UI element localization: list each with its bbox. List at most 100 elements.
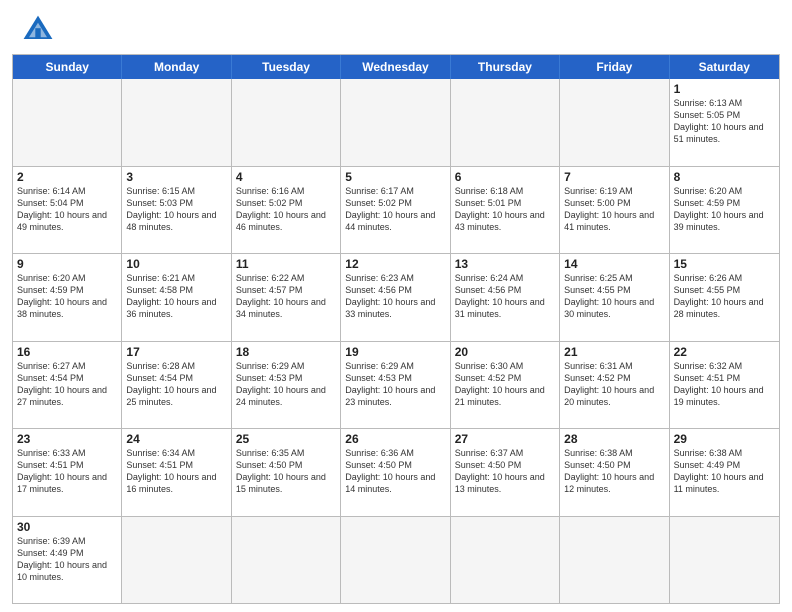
day-info: Sunrise: 6:27 AM Sunset: 4:54 PM Dayligh… [17, 360, 117, 409]
calendar-cell-3-2: 18Sunrise: 6:29 AM Sunset: 4:53 PM Dayli… [232, 342, 341, 429]
calendar-row-1: 2Sunrise: 6:14 AM Sunset: 5:04 PM Daylig… [13, 166, 779, 254]
day-number: 30 [17, 520, 117, 534]
day-number: 26 [345, 432, 445, 446]
day-number: 13 [455, 257, 555, 271]
day-number: 16 [17, 345, 117, 359]
calendar-cell-2-3: 12Sunrise: 6:23 AM Sunset: 4:56 PM Dayli… [341, 254, 450, 341]
day-info: Sunrise: 6:30 AM Sunset: 4:52 PM Dayligh… [455, 360, 555, 409]
day-info: Sunrise: 6:20 AM Sunset: 4:59 PM Dayligh… [674, 185, 775, 234]
weekday-header-wednesday: Wednesday [341, 55, 450, 79]
day-number: 18 [236, 345, 336, 359]
calendar-cell-1-0: 2Sunrise: 6:14 AM Sunset: 5:04 PM Daylig… [13, 167, 122, 254]
calendar-cell-5-0: 30Sunrise: 6:39 AM Sunset: 4:49 PM Dayli… [13, 517, 122, 604]
calendar-cell-1-3: 5Sunrise: 6:17 AM Sunset: 5:02 PM Daylig… [341, 167, 450, 254]
calendar-cell-2-0: 9Sunrise: 6:20 AM Sunset: 4:59 PM Daylig… [13, 254, 122, 341]
calendar-cell-1-1: 3Sunrise: 6:15 AM Sunset: 5:03 PM Daylig… [122, 167, 231, 254]
calendar-row-5: 30Sunrise: 6:39 AM Sunset: 4:49 PM Dayli… [13, 516, 779, 604]
weekday-header-saturday: Saturday [670, 55, 779, 79]
calendar-cell-0-4 [451, 79, 560, 166]
day-info: Sunrise: 6:35 AM Sunset: 4:50 PM Dayligh… [236, 447, 336, 496]
calendar-body: 1Sunrise: 6:13 AM Sunset: 5:05 PM Daylig… [13, 79, 779, 603]
day-info: Sunrise: 6:28 AM Sunset: 4:54 PM Dayligh… [126, 360, 226, 409]
calendar-cell-5-2 [232, 517, 341, 604]
day-info: Sunrise: 6:18 AM Sunset: 5:01 PM Dayligh… [455, 185, 555, 234]
calendar-cell-5-6 [670, 517, 779, 604]
day-info: Sunrise: 6:25 AM Sunset: 4:55 PM Dayligh… [564, 272, 664, 321]
day-number: 1 [674, 82, 775, 96]
day-info: Sunrise: 6:34 AM Sunset: 4:51 PM Dayligh… [126, 447, 226, 496]
calendar-cell-0-0 [13, 79, 122, 166]
header [0, 0, 792, 54]
day-number: 10 [126, 257, 226, 271]
calendar-cell-0-3 [341, 79, 450, 166]
day-number: 22 [674, 345, 775, 359]
day-info: Sunrise: 6:32 AM Sunset: 4:51 PM Dayligh… [674, 360, 775, 409]
day-number: 8 [674, 170, 775, 184]
day-number: 25 [236, 432, 336, 446]
day-info: Sunrise: 6:19 AM Sunset: 5:00 PM Dayligh… [564, 185, 664, 234]
day-info: Sunrise: 6:31 AM Sunset: 4:52 PM Dayligh… [564, 360, 664, 409]
calendar-cell-1-5: 7Sunrise: 6:19 AM Sunset: 5:00 PM Daylig… [560, 167, 669, 254]
day-info: Sunrise: 6:15 AM Sunset: 5:03 PM Dayligh… [126, 185, 226, 234]
calendar-cell-0-2 [232, 79, 341, 166]
calendar-cell-2-2: 11Sunrise: 6:22 AM Sunset: 4:57 PM Dayli… [232, 254, 341, 341]
calendar-cell-4-1: 24Sunrise: 6:34 AM Sunset: 4:51 PM Dayli… [122, 429, 231, 516]
calendar-cell-1-6: 8Sunrise: 6:20 AM Sunset: 4:59 PM Daylig… [670, 167, 779, 254]
weekday-header-thursday: Thursday [451, 55, 560, 79]
calendar-cell-1-2: 4Sunrise: 6:16 AM Sunset: 5:02 PM Daylig… [232, 167, 341, 254]
day-number: 29 [674, 432, 775, 446]
weekday-header-monday: Monday [122, 55, 231, 79]
calendar-cell-3-1: 17Sunrise: 6:28 AM Sunset: 4:54 PM Dayli… [122, 342, 231, 429]
day-info: Sunrise: 6:14 AM Sunset: 5:04 PM Dayligh… [17, 185, 117, 234]
calendar-cell-3-5: 21Sunrise: 6:31 AM Sunset: 4:52 PM Dayli… [560, 342, 669, 429]
calendar-cell-3-4: 20Sunrise: 6:30 AM Sunset: 4:52 PM Dayli… [451, 342, 560, 429]
day-info: Sunrise: 6:13 AM Sunset: 5:05 PM Dayligh… [674, 97, 775, 146]
day-number: 19 [345, 345, 445, 359]
day-info: Sunrise: 6:20 AM Sunset: 4:59 PM Dayligh… [17, 272, 117, 321]
calendar-header: SundayMondayTuesdayWednesdayThursdayFrid… [13, 55, 779, 79]
day-number: 3 [126, 170, 226, 184]
calendar-cell-3-6: 22Sunrise: 6:32 AM Sunset: 4:51 PM Dayli… [670, 342, 779, 429]
day-number: 17 [126, 345, 226, 359]
calendar-row-3: 16Sunrise: 6:27 AM Sunset: 4:54 PM Dayli… [13, 341, 779, 429]
calendar-cell-0-1 [122, 79, 231, 166]
calendar-cell-4-2: 25Sunrise: 6:35 AM Sunset: 4:50 PM Dayli… [232, 429, 341, 516]
calendar-row-2: 9Sunrise: 6:20 AM Sunset: 4:59 PM Daylig… [13, 253, 779, 341]
day-number: 5 [345, 170, 445, 184]
day-number: 2 [17, 170, 117, 184]
calendar-cell-2-4: 13Sunrise: 6:24 AM Sunset: 4:56 PM Dayli… [451, 254, 560, 341]
day-info: Sunrise: 6:21 AM Sunset: 4:58 PM Dayligh… [126, 272, 226, 321]
calendar-cell-2-5: 14Sunrise: 6:25 AM Sunset: 4:55 PM Dayli… [560, 254, 669, 341]
day-number: 24 [126, 432, 226, 446]
day-number: 12 [345, 257, 445, 271]
day-number: 7 [564, 170, 664, 184]
calendar-cell-5-4 [451, 517, 560, 604]
calendar-row-0: 1Sunrise: 6:13 AM Sunset: 5:05 PM Daylig… [13, 79, 779, 166]
day-number: 21 [564, 345, 664, 359]
day-info: Sunrise: 6:22 AM Sunset: 4:57 PM Dayligh… [236, 272, 336, 321]
day-number: 4 [236, 170, 336, 184]
calendar-cell-4-6: 29Sunrise: 6:38 AM Sunset: 4:49 PM Dayli… [670, 429, 779, 516]
day-info: Sunrise: 6:38 AM Sunset: 4:49 PM Dayligh… [674, 447, 775, 496]
calendar-cell-5-3 [341, 517, 450, 604]
weekday-header-sunday: Sunday [13, 55, 122, 79]
weekday-header-friday: Friday [560, 55, 669, 79]
calendar-cell-4-5: 28Sunrise: 6:38 AM Sunset: 4:50 PM Dayli… [560, 429, 669, 516]
day-number: 11 [236, 257, 336, 271]
calendar-cell-0-6: 1Sunrise: 6:13 AM Sunset: 5:05 PM Daylig… [670, 79, 779, 166]
calendar-cell-5-1 [122, 517, 231, 604]
day-info: Sunrise: 6:38 AM Sunset: 4:50 PM Dayligh… [564, 447, 664, 496]
weekday-header-tuesday: Tuesday [232, 55, 341, 79]
day-info: Sunrise: 6:23 AM Sunset: 4:56 PM Dayligh… [345, 272, 445, 321]
day-info: Sunrise: 6:33 AM Sunset: 4:51 PM Dayligh… [17, 447, 117, 496]
calendar-cell-3-0: 16Sunrise: 6:27 AM Sunset: 4:54 PM Dayli… [13, 342, 122, 429]
day-number: 23 [17, 432, 117, 446]
day-info: Sunrise: 6:26 AM Sunset: 4:55 PM Dayligh… [674, 272, 775, 321]
day-number: 20 [455, 345, 555, 359]
day-info: Sunrise: 6:29 AM Sunset: 4:53 PM Dayligh… [345, 360, 445, 409]
day-number: 14 [564, 257, 664, 271]
calendar-cell-4-3: 26Sunrise: 6:36 AM Sunset: 4:50 PM Dayli… [341, 429, 450, 516]
calendar-cell-4-0: 23Sunrise: 6:33 AM Sunset: 4:51 PM Dayli… [13, 429, 122, 516]
calendar-cell-2-1: 10Sunrise: 6:21 AM Sunset: 4:58 PM Dayli… [122, 254, 231, 341]
calendar-cell-1-4: 6Sunrise: 6:18 AM Sunset: 5:01 PM Daylig… [451, 167, 560, 254]
